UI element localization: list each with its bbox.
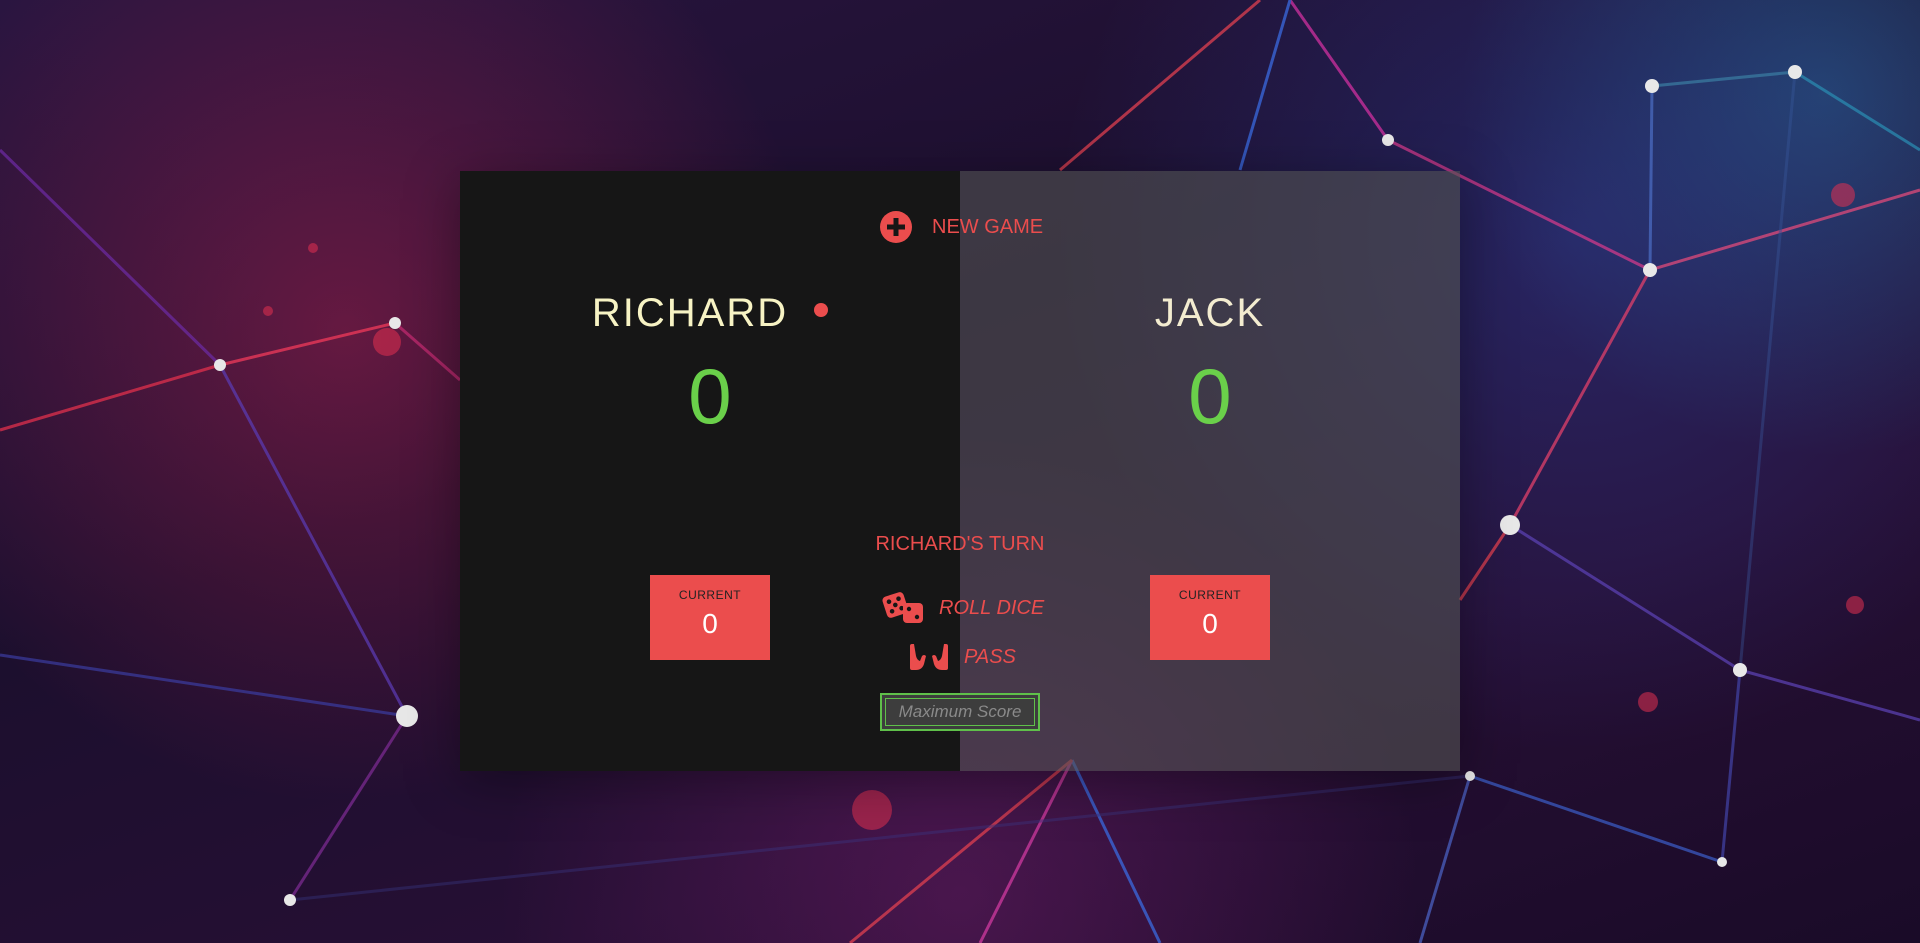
plus-circle-icon [880,211,912,243]
roll-dice-button[interactable]: ROLL DICE [881,590,1044,626]
player-1-name: RICHARD [591,291,789,335]
player-1-name-row: RICHARD [460,291,960,336]
pass-button[interactable]: PASS [908,642,1016,672]
player-1-current-score: 0 [702,608,718,639]
active-player-indicator [814,303,829,318]
player-2-current-box: CURRENT 0 [1150,575,1270,660]
dice-icon [881,590,925,626]
player-2-name: JACK [1154,291,1266,335]
pass-label: PASS [964,645,1016,668]
turn-indicator: RICHARD'S TURN [875,533,1045,555]
player-2-current-score: 0 [1202,608,1218,639]
player-1-panel: RICHARD 0 CURRENT 0 [460,171,960,771]
max-score-input[interactable] [880,693,1040,731]
new-game-button[interactable]: NEW GAME [880,211,1043,243]
new-game-label: NEW GAME [932,215,1044,238]
player-1-score: 0 [688,352,732,440]
hands-icon [908,642,950,672]
game-board: RICHARD 0 CURRENT 0 JACK 0 CURRENT 0 NEW… [460,171,1460,771]
player-2-score: 0 [1188,352,1232,440]
player-1-current-box: CURRENT 0 [650,575,770,660]
roll-dice-label: ROLL DICE [939,596,1045,619]
player-1-current-label: CURRENT [678,588,742,602]
player-2-current-label: CURRENT [1178,588,1242,602]
player-2-panel: JACK 0 CURRENT 0 [960,171,1460,771]
